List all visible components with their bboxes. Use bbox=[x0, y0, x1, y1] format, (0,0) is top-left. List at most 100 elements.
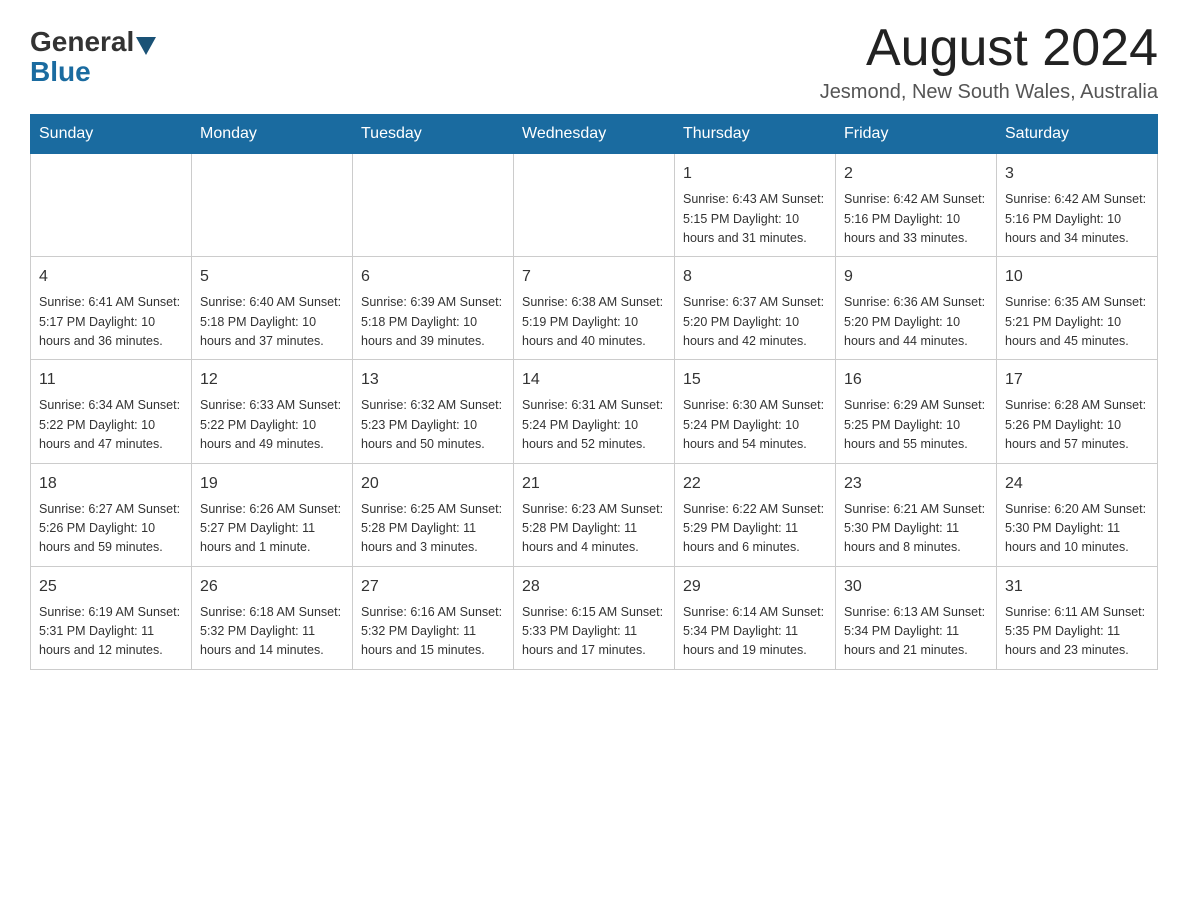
day-number: 14 bbox=[522, 368, 666, 392]
calendar-cell: 10 Sunrise: 6:35 AM Sunset: 5:21 PM Dayli… bbox=[997, 257, 1158, 360]
calendar-cell: 13 Sunrise: 6:32 AM Sunset: 5:23 PM Dayli… bbox=[353, 360, 514, 463]
calendar-cell: 20 Sunrise: 6:25 AM Sunset: 5:28 PM Dayli… bbox=[353, 463, 514, 566]
day-number: 16 bbox=[844, 368, 988, 392]
calendar-week-row: 25 Sunrise: 6:19 AM Sunset: 5:31 PM Dayli… bbox=[31, 566, 1158, 669]
day-number: 26 bbox=[200, 575, 344, 599]
logo: General Blue bbox=[30, 20, 158, 88]
day-number: 5 bbox=[200, 265, 344, 289]
calendar-cell: 26Sunrise: 6:18 AM Sunset: 5:32 PM Dayli… bbox=[192, 566, 353, 669]
calendar-cell: 4 Sunrise: 6:41 AM Sunset: 5:17 PM Daylig… bbox=[31, 257, 192, 360]
day-info: Sunrise: 6:16 AM Sunset: 5:32 PM Dayligh… bbox=[361, 603, 505, 661]
day-number: 15 bbox=[683, 368, 827, 392]
day-info: Sunrise: 6:28 AM Sunset: 5:26 PM Dayligh… bbox=[1005, 396, 1149, 454]
calendar-cell: 3Sunrise: 6:42 AM Sunset: 5:16 PM Daylig… bbox=[997, 154, 1158, 257]
weekday-header-saturday: Saturday bbox=[997, 115, 1158, 154]
day-info: Sunrise: 6:43 AM Sunset: 5:15 PM Dayligh… bbox=[683, 190, 827, 248]
month-year-title: August 2024 bbox=[820, 20, 1158, 77]
day-info: Sunrise: 6:27 AM Sunset: 5:26 PM Dayligh… bbox=[39, 500, 183, 558]
day-number: 9 bbox=[844, 265, 988, 289]
day-number: 25 bbox=[39, 575, 183, 599]
calendar-cell: 1 Sunrise: 6:43 AM Sunset: 5:15 PM Daylig… bbox=[675, 154, 836, 257]
day-info: Sunrise: 6:36 AM Sunset: 5:20 PM Dayligh… bbox=[844, 293, 988, 351]
day-info: Sunrise: 6:31 AM Sunset: 5:24 PM Dayligh… bbox=[522, 396, 666, 454]
calendar-cell: 31Sunrise: 6:11 AM Sunset: 5:35 PM Dayli… bbox=[997, 566, 1158, 669]
day-number: 23 bbox=[844, 472, 988, 496]
calendar-cell: 12 Sunrise: 6:33 AM Sunset: 5:22 PM Dayli… bbox=[192, 360, 353, 463]
day-info: Sunrise: 6:19 AM Sunset: 5:31 PM Dayligh… bbox=[39, 603, 183, 661]
day-number: 20 bbox=[361, 472, 505, 496]
day-number: 11 bbox=[39, 368, 183, 392]
day-info: Sunrise: 6:35 AM Sunset: 5:21 PM Dayligh… bbox=[1005, 293, 1149, 351]
day-number: 13 bbox=[361, 368, 505, 392]
day-number: 6 bbox=[361, 265, 505, 289]
calendar-week-row: 4 Sunrise: 6:41 AM Sunset: 5:17 PM Daylig… bbox=[31, 257, 1158, 360]
calendar-cell: 23 Sunrise: 6:21 AM Sunset: 5:30 PM Dayli… bbox=[836, 463, 997, 566]
day-info: Sunrise: 6:42 AM Sunset: 5:16 PM Dayligh… bbox=[844, 190, 988, 248]
day-info: Sunrise: 6:22 AM Sunset: 5:29 PM Dayligh… bbox=[683, 500, 827, 558]
calendar-cell: 9 Sunrise: 6:36 AM Sunset: 5:20 PM Daylig… bbox=[836, 257, 997, 360]
calendar-cell: 22 Sunrise: 6:22 AM Sunset: 5:29 PM Dayli… bbox=[675, 463, 836, 566]
day-info: Sunrise: 6:33 AM Sunset: 5:22 PM Dayligh… bbox=[200, 396, 344, 454]
day-number: 24 bbox=[1005, 472, 1149, 496]
day-info: Sunrise: 6:14 AM Sunset: 5:34 PM Dayligh… bbox=[683, 603, 827, 661]
day-number: 8 bbox=[683, 265, 827, 289]
day-number: 18 bbox=[39, 472, 183, 496]
day-number: 17 bbox=[1005, 368, 1149, 392]
day-info: Sunrise: 6:13 AM Sunset: 5:34 PM Dayligh… bbox=[844, 603, 988, 661]
calendar-cell bbox=[514, 154, 675, 257]
day-info: Sunrise: 6:41 AM Sunset: 5:17 PM Dayligh… bbox=[39, 293, 183, 351]
calendar-cell: 29 Sunrise: 6:14 AM Sunset: 5:34 PM Dayli… bbox=[675, 566, 836, 669]
day-number: 29 bbox=[683, 575, 827, 599]
day-number: 28 bbox=[522, 575, 666, 599]
day-info: Sunrise: 6:30 AM Sunset: 5:24 PM Dayligh… bbox=[683, 396, 827, 454]
calendar-cell: 5Sunrise: 6:40 AM Sunset: 5:18 PM Daylig… bbox=[192, 257, 353, 360]
day-info: Sunrise: 6:39 AM Sunset: 5:18 PM Dayligh… bbox=[361, 293, 505, 351]
calendar-week-row: 1 Sunrise: 6:43 AM Sunset: 5:15 PM Daylig… bbox=[31, 154, 1158, 257]
day-info: Sunrise: 6:37 AM Sunset: 5:20 PM Dayligh… bbox=[683, 293, 827, 351]
weekday-header-friday: Friday bbox=[836, 115, 997, 154]
calendar-cell: 8 Sunrise: 6:37 AM Sunset: 5:20 PM Daylig… bbox=[675, 257, 836, 360]
calendar-cell bbox=[353, 154, 514, 257]
day-info: Sunrise: 6:32 AM Sunset: 5:23 PM Dayligh… bbox=[361, 396, 505, 454]
calendar-table: SundayMondayTuesdayWednesdayThursdayFrid… bbox=[30, 114, 1158, 670]
weekday-header-sunday: Sunday bbox=[31, 115, 192, 154]
title-area: August 2024 Jesmond, New South Wales, Au… bbox=[820, 20, 1158, 104]
calendar-cell bbox=[192, 154, 353, 257]
day-number: 4 bbox=[39, 265, 183, 289]
calendar-cell: 16Sunrise: 6:29 AM Sunset: 5:25 PM Dayli… bbox=[836, 360, 997, 463]
day-info: Sunrise: 6:34 AM Sunset: 5:22 PM Dayligh… bbox=[39, 396, 183, 454]
header: General Blue August 2024 Jesmond, New So… bbox=[30, 20, 1158, 104]
calendar-cell: 25 Sunrise: 6:19 AM Sunset: 5:31 PM Dayli… bbox=[31, 566, 192, 669]
weekday-header-row: SundayMondayTuesdayWednesdayThursdayFrid… bbox=[31, 115, 1158, 154]
calendar-cell bbox=[31, 154, 192, 257]
day-number: 31 bbox=[1005, 575, 1149, 599]
logo-general-text: General bbox=[30, 28, 134, 56]
day-number: 2 bbox=[844, 162, 988, 186]
day-number: 21 bbox=[522, 472, 666, 496]
weekday-header-wednesday: Wednesday bbox=[514, 115, 675, 154]
day-number: 10 bbox=[1005, 265, 1149, 289]
day-info: Sunrise: 6:21 AM Sunset: 5:30 PM Dayligh… bbox=[844, 500, 988, 558]
day-info: Sunrise: 6:23 AM Sunset: 5:28 PM Dayligh… bbox=[522, 500, 666, 558]
weekday-header-thursday: Thursday bbox=[675, 115, 836, 154]
calendar-cell: 15 Sunrise: 6:30 AM Sunset: 5:24 PM Dayli… bbox=[675, 360, 836, 463]
day-number: 12 bbox=[200, 368, 344, 392]
day-number: 22 bbox=[683, 472, 827, 496]
day-info: Sunrise: 6:38 AM Sunset: 5:19 PM Dayligh… bbox=[522, 293, 666, 351]
day-number: 7 bbox=[522, 265, 666, 289]
calendar-cell: 21 Sunrise: 6:23 AM Sunset: 5:28 PM Dayli… bbox=[514, 463, 675, 566]
calendar-week-row: 11 Sunrise: 6:34 AM Sunset: 5:22 PM Dayli… bbox=[31, 360, 1158, 463]
logo-blue-text: Blue bbox=[30, 56, 91, 88]
calendar-cell: 18 Sunrise: 6:27 AM Sunset: 5:26 PM Dayli… bbox=[31, 463, 192, 566]
day-number: 30 bbox=[844, 575, 988, 599]
day-info: Sunrise: 6:20 AM Sunset: 5:30 PM Dayligh… bbox=[1005, 500, 1149, 558]
calendar-cell: 11 Sunrise: 6:34 AM Sunset: 5:22 PM Dayli… bbox=[31, 360, 192, 463]
day-number: 1 bbox=[683, 162, 827, 186]
day-info: Sunrise: 6:25 AM Sunset: 5:28 PM Dayligh… bbox=[361, 500, 505, 558]
calendar-cell: 24 Sunrise: 6:20 AM Sunset: 5:30 PM Dayli… bbox=[997, 463, 1158, 566]
calendar-week-row: 18 Sunrise: 6:27 AM Sunset: 5:26 PM Dayli… bbox=[31, 463, 1158, 566]
weekday-header-tuesday: Tuesday bbox=[353, 115, 514, 154]
calendar-cell: 14 Sunrise: 6:31 AM Sunset: 5:24 PM Dayli… bbox=[514, 360, 675, 463]
calendar-cell: 19Sunrise: 6:26 AM Sunset: 5:27 PM Dayli… bbox=[192, 463, 353, 566]
day-info: Sunrise: 6:42 AM Sunset: 5:16 PM Dayligh… bbox=[1005, 190, 1149, 248]
